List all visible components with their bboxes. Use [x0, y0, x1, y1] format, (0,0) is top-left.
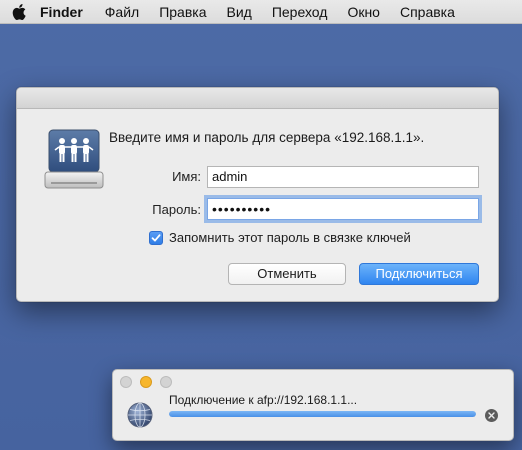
connect-button[interactable]: Подключиться — [359, 263, 479, 285]
network-globe-icon — [127, 402, 153, 428]
window-close-button[interactable] — [120, 376, 132, 388]
remember-password-option[interactable]: Запомнить этот пароль в связке ключей — [149, 230, 411, 245]
shared-server-icon — [44, 129, 104, 189]
connection-status-text: Подключение к afp://192.168.1.1... — [169, 393, 358, 407]
server-login-dialog: Введите имя и пароль для сервера «192.16… — [16, 87, 499, 302]
progress-fill — [169, 411, 476, 417]
name-field[interactable]: admin — [207, 166, 479, 188]
menu-help[interactable]: Справка — [390, 0, 465, 24]
remember-label: Запомнить этот пароль в связке ключей — [169, 230, 411, 245]
menu-bar: Finder Файл Правка Вид Переход Окно Спра… — [0, 0, 522, 24]
connection-progress-bar — [169, 411, 476, 417]
stop-x-icon[interactable] — [485, 409, 498, 422]
cancel-button[interactable]: Отменить — [228, 263, 346, 285]
password-field[interactable]: •••••••••• — [207, 198, 479, 220]
connection-progress-window: Подключение к afp://192.168.1.1... — [112, 369, 514, 441]
menu-edit[interactable]: Правка — [149, 0, 216, 24]
menu-app-finder[interactable]: Finder — [38, 0, 95, 24]
dialog-titlebar[interactable] — [17, 88, 498, 109]
remember-checkbox[interactable] — [149, 230, 163, 245]
menu-go[interactable]: Переход — [262, 0, 338, 24]
window-minimize-button[interactable] — [140, 376, 152, 388]
menu-window[interactable]: Окно — [337, 0, 390, 24]
window-zoom-button[interactable] — [160, 376, 172, 388]
checkmark-icon — [151, 233, 161, 241]
menu-file[interactable]: Файл — [95, 0, 149, 24]
name-label: Имя: — [172, 169, 201, 184]
login-prompt: Введите имя и пароль для сервера «192.16… — [109, 130, 425, 145]
menu-view[interactable]: Вид — [217, 0, 262, 24]
apple-icon[interactable] — [0, 0, 38, 24]
password-label: Пароль: — [152, 202, 201, 217]
